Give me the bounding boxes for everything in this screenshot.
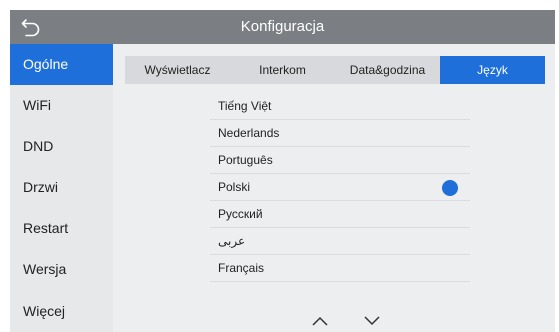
sidebar-item-drzwi[interactable]: Drzwi — [10, 167, 113, 208]
language-option-portuguese[interactable]: Português — [210, 147, 470, 174]
language-option-russian[interactable]: Русский — [210, 201, 470, 228]
language-label: عربى — [218, 234, 246, 248]
language-label: Français — [218, 261, 265, 275]
page-title: Konfiguracja — [240, 18, 325, 35]
language-label: Polski — [218, 180, 251, 194]
sidebar-item-dnd[interactable]: DND — [10, 126, 113, 167]
main-content: Wyświetlacz Interkom Data&godzina Język … — [113, 44, 555, 332]
app-window: Konfiguracja Ogólne WiFi DND Drzwi Resta… — [10, 10, 555, 332]
language-label: Русский — [218, 207, 263, 221]
language-option-vietnamese[interactable]: Tiếng Việt — [210, 93, 470, 120]
sidebar: Ogólne WiFi DND Drzwi Restart Wersja Wię… — [10, 44, 113, 332]
sidebar-item-wifi[interactable]: WiFi — [10, 85, 113, 126]
top-bar: Konfiguracja — [10, 10, 555, 44]
selected-radio-icon — [442, 180, 458, 196]
tab-wyswietlacz[interactable]: Wyświetlacz — [125, 56, 230, 84]
language-label: Português — [218, 153, 273, 167]
sidebar-item-wiecej[interactable]: Więcej — [10, 291, 113, 332]
language-option-french[interactable]: Français — [210, 255, 470, 282]
language-label: Nederlands — [218, 126, 280, 140]
sidebar-item-wersja[interactable]: Wersja — [10, 249, 113, 290]
language-option-arabic[interactable]: عربى — [210, 228, 470, 255]
language-label: Tiếng Việt — [218, 99, 272, 113]
tab-data-godzina[interactable]: Data&godzina — [335, 56, 440, 84]
pager — [305, 312, 387, 332]
chevron-down-icon[interactable] — [357, 312, 387, 330]
language-list: Tiếng Việt Nederlands Português Polski Р… — [210, 93, 470, 282]
tab-jezyk[interactable]: Język — [440, 56, 545, 84]
tab-bar: Wyświetlacz Interkom Data&godzina Język — [125, 56, 545, 84]
chevron-up-icon[interactable] — [305, 312, 335, 330]
tab-interkom[interactable]: Interkom — [230, 56, 335, 84]
sidebar-item-ogolne[interactable]: Ogólne — [10, 44, 113, 86]
language-option-polish[interactable]: Polski — [210, 174, 470, 201]
sidebar-item-restart[interactable]: Restart — [10, 208, 113, 249]
language-option-dutch[interactable]: Nederlands — [210, 120, 470, 147]
